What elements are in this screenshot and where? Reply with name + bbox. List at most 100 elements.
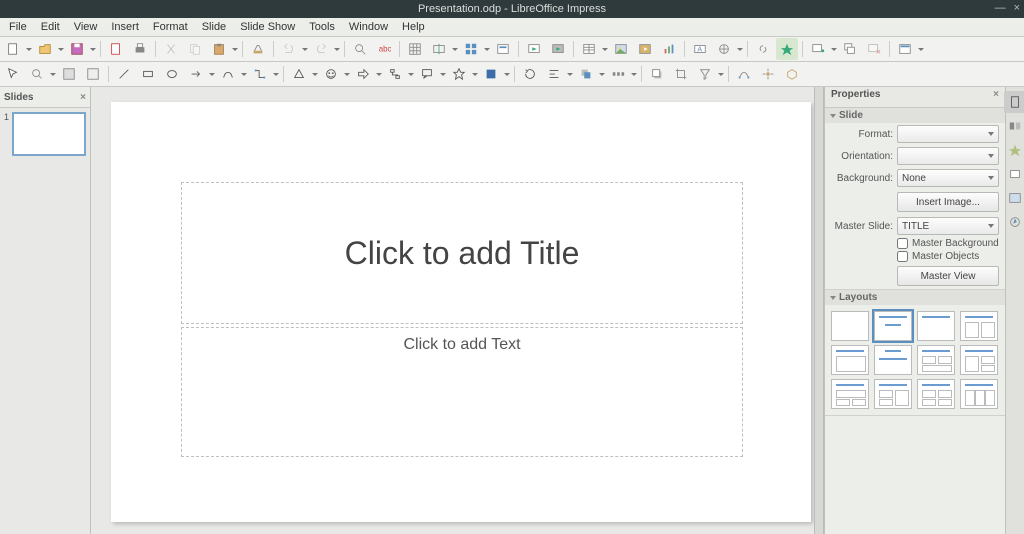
gallery-tab-icon[interactable]	[1004, 187, 1024, 209]
master-slides-tab-icon[interactable]	[1004, 163, 1024, 185]
master-background-checkbox[interactable]	[897, 238, 908, 249]
line-icon[interactable]	[113, 63, 135, 85]
animation-icon[interactable]	[776, 38, 798, 60]
insert-table-icon[interactable]	[578, 38, 600, 60]
basic-shapes-icon[interactable]	[288, 63, 310, 85]
paste-icon[interactable]	[208, 38, 230, 60]
points-icon[interactable]	[733, 63, 755, 85]
arrange-icon[interactable]	[575, 63, 597, 85]
menu-view[interactable]: View	[67, 19, 105, 35]
stars-icon[interactable]	[448, 63, 470, 85]
slide-canvas[interactable]: Click to add Title Click to add Text	[111, 102, 811, 522]
slide-section-header[interactable]: Slide	[825, 108, 1005, 123]
layouts-section-header[interactable]: Layouts	[825, 290, 1005, 305]
layout-10[interactable]	[874, 379, 912, 409]
menu-slide[interactable]: Slide	[195, 19, 233, 35]
flowchart-icon[interactable]	[384, 63, 406, 85]
snap-icon[interactable]	[428, 38, 450, 60]
undo-dropdown[interactable]	[302, 39, 308, 59]
insert-fontwork-icon[interactable]	[713, 38, 735, 60]
layout-two-content[interactable]	[960, 311, 998, 341]
symbol-shapes-icon[interactable]	[320, 63, 342, 85]
start-current-icon[interactable]	[547, 38, 569, 60]
background-combo[interactable]: None	[897, 169, 999, 187]
close-icon[interactable]: ×	[1014, 2, 1020, 14]
new-dropdown[interactable]	[26, 39, 32, 59]
layout-11[interactable]	[917, 379, 955, 409]
minimize-icon[interactable]: —	[995, 2, 1006, 14]
insert-textbox-icon[interactable]: A	[689, 38, 711, 60]
layout-6[interactable]	[874, 345, 912, 375]
master-objects-checkbox[interactable]	[897, 251, 908, 262]
insert-chart-icon[interactable]	[658, 38, 680, 60]
zoom-pan-icon[interactable]	[26, 63, 48, 85]
export-pdf-icon[interactable]	[105, 38, 127, 60]
redo-icon[interactable]	[310, 38, 332, 60]
select-icon[interactable]	[2, 63, 24, 85]
menu-insert[interactable]: Insert	[104, 19, 146, 35]
grid-icon[interactable]	[404, 38, 426, 60]
clone-format-icon[interactable]	[247, 38, 269, 60]
ellipse-icon[interactable]	[161, 63, 183, 85]
arrow-icon[interactable]	[185, 63, 207, 85]
slide-thumbnail-1[interactable]	[12, 112, 86, 156]
master-view-button[interactable]: Master View	[897, 266, 999, 286]
new-slide-icon[interactable]	[807, 38, 829, 60]
extrusion-icon[interactable]	[781, 63, 803, 85]
new-icon[interactable]	[2, 38, 24, 60]
insert-image-icon[interactable]	[610, 38, 632, 60]
distribute-icon[interactable]	[607, 63, 629, 85]
format-combo[interactable]	[897, 125, 999, 143]
layout-8[interactable]	[960, 345, 998, 375]
close-panel-icon[interactable]: ×	[80, 92, 86, 103]
close-properties-icon[interactable]: ×	[993, 89, 999, 105]
spellcheck-icon[interactable]: abc	[373, 38, 395, 60]
menu-window[interactable]: Window	[342, 19, 395, 35]
insert-image-button[interactable]: Insert Image...	[897, 192, 999, 212]
layout-12[interactable]	[960, 379, 998, 409]
insert-av-icon[interactable]	[634, 38, 656, 60]
title-placeholder[interactable]: Click to add Title	[181, 182, 743, 324]
menu-slideshow[interactable]: Slide Show	[233, 19, 302, 35]
undo-icon[interactable]	[278, 38, 300, 60]
callout-icon[interactable]	[416, 63, 438, 85]
block-arrows-icon[interactable]	[352, 63, 374, 85]
gluepoints-icon[interactable]	[757, 63, 779, 85]
crop-icon[interactable]	[670, 63, 692, 85]
save-icon[interactable]	[66, 38, 88, 60]
connector-icon[interactable]	[249, 63, 271, 85]
menu-edit[interactable]: Edit	[34, 19, 67, 35]
3d-icon[interactable]	[480, 63, 502, 85]
canvas-area[interactable]: Click to add Title Click to add Text	[91, 87, 814, 534]
open-icon[interactable]	[34, 38, 56, 60]
menu-help[interactable]: Help	[395, 19, 432, 35]
master-slide-icon[interactable]	[492, 38, 514, 60]
layout-title-content[interactable]	[874, 311, 912, 341]
line-color-icon[interactable]	[58, 63, 80, 85]
layout-title-only[interactable]	[917, 311, 955, 341]
save-dropdown[interactable]	[90, 39, 96, 59]
layout-blank[interactable]	[831, 311, 869, 341]
layout-9[interactable]	[831, 379, 869, 409]
print-icon[interactable]	[129, 38, 151, 60]
delete-slide-icon[interactable]	[863, 38, 885, 60]
rect-icon[interactable]	[137, 63, 159, 85]
duplicate-slide-icon[interactable]	[839, 38, 861, 60]
menu-format[interactable]: Format	[146, 19, 195, 35]
display-views-icon[interactable]	[460, 38, 482, 60]
shadow-icon[interactable]	[646, 63, 668, 85]
layout-7[interactable]	[917, 345, 955, 375]
master-slide-combo[interactable]: TITLE	[897, 217, 999, 235]
animation-tab-icon[interactable]	[1004, 139, 1024, 161]
redo-dropdown[interactable]	[334, 39, 340, 59]
rotate-icon[interactable]	[519, 63, 541, 85]
fill-color-icon[interactable]	[82, 63, 104, 85]
orientation-combo[interactable]	[897, 147, 999, 165]
slide-layout-icon[interactable]	[894, 38, 916, 60]
navigator-tab-icon[interactable]	[1004, 211, 1024, 233]
layout-5[interactable]	[831, 345, 869, 375]
text-placeholder[interactable]: Click to add Text	[181, 327, 743, 457]
copy-icon[interactable]	[184, 38, 206, 60]
find-icon[interactable]	[349, 38, 371, 60]
slide-transition-tab-icon[interactable]	[1004, 115, 1024, 137]
